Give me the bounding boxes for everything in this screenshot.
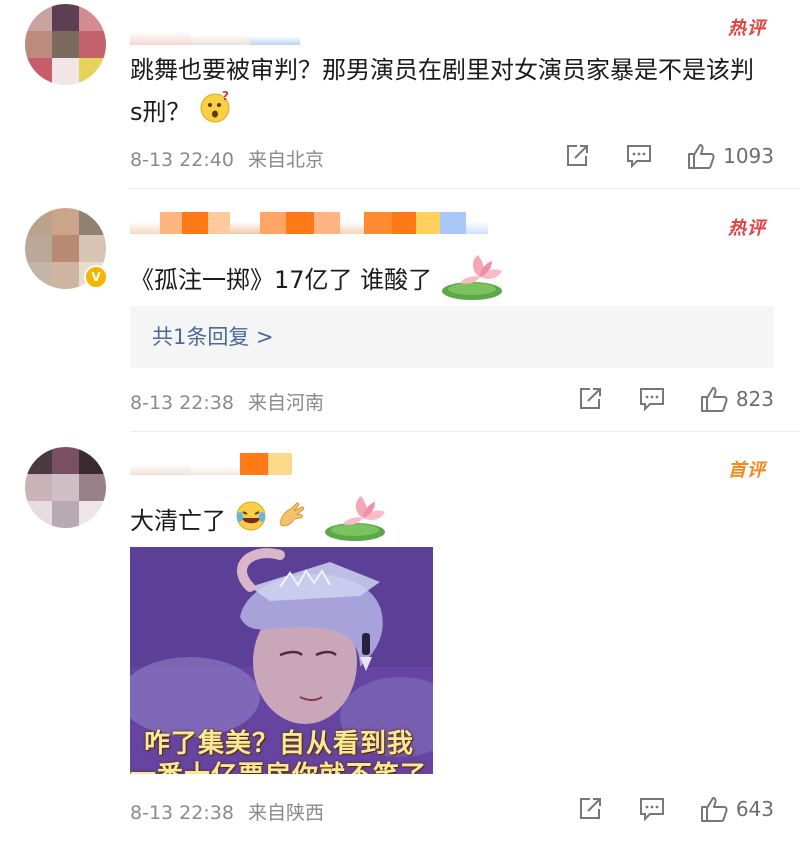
comment-meta: 8-13 22:38 来自河南 [130, 388, 324, 415]
laughing-tears-emoji [234, 499, 268, 545]
username-obscured[interactable] [130, 452, 292, 476]
comment-meta: 8-13 22:38 来自陕西 [130, 798, 324, 825]
svg-text:?: ? [222, 90, 229, 103]
comment-location: 来自河南 [247, 392, 324, 414]
comment-text: 《孤注一掷》17亿了 谁酸了 [130, 247, 760, 315]
share-icon[interactable] [576, 385, 604, 413]
comment-actions: 643 [576, 795, 774, 823]
image-caption-line2: 一番十亿票房你就不笑了 [130, 755, 433, 774]
username-obscured[interactable] [130, 211, 488, 235]
thinking-face-emoji: ? [198, 89, 232, 136]
like-count: 1093 [723, 144, 774, 168]
comment-item: 热评 跳舞也要被审判？那男演员在剧里对女演员家暴是不是该判s刑？ ? 8-13 … [0, 0, 800, 188]
comment-location: 来自陕西 [247, 802, 324, 824]
comment-icon[interactable] [625, 142, 653, 170]
first-comment-tag: 首评 [728, 460, 766, 481]
comment-time: 8-13 22:40 [130, 149, 234, 171]
comment-meta: 8-13 22:40 来自北京 [130, 145, 324, 172]
comment-icon[interactable] [638, 385, 666, 413]
comment-location: 来自北京 [247, 149, 324, 171]
verified-badge-icon: V [84, 265, 108, 289]
comment-text: 大清亡了 [130, 488, 760, 556]
like-count: 823 [735, 387, 774, 411]
lotus-sticker [323, 488, 393, 556]
hot-comment-tag: 热评 [728, 18, 766, 39]
comment-icon[interactable] [638, 795, 666, 823]
comment-image[interactable]: 咋了集美？自从看到我 一番十亿票房你就不笑了 [130, 547, 433, 774]
like-icon[interactable] [700, 385, 728, 413]
ok-hand-emoji [275, 499, 309, 545]
share-icon[interactable] [563, 142, 591, 170]
like-count: 643 [735, 797, 774, 821]
like-icon[interactable] [687, 142, 715, 170]
comment-item: V 热评 《孤注一掷》17亿了 谁酸了 共1条回复 > 8-13 22:38 来… [0, 189, 800, 431]
view-replies-link[interactable]: 共1条回复 > [130, 306, 774, 368]
comment-time: 8-13 22:38 [130, 392, 234, 414]
share-icon[interactable] [576, 795, 604, 823]
hot-comment-tag: 热评 [728, 218, 766, 239]
comment-time: 8-13 22:38 [130, 802, 234, 824]
comment-actions: 1093 [563, 142, 774, 170]
lotus-sticker [440, 247, 510, 315]
avatar[interactable] [25, 447, 106, 528]
comment-text: 跳舞也要被审判？那男演员在剧里对女演员家暴是不是该判s刑？ ? [130, 50, 760, 136]
like-icon[interactable] [700, 795, 728, 823]
comment-actions: 823 [576, 385, 774, 413]
username-obscured[interactable] [130, 22, 300, 46]
avatar[interactable] [25, 4, 106, 85]
